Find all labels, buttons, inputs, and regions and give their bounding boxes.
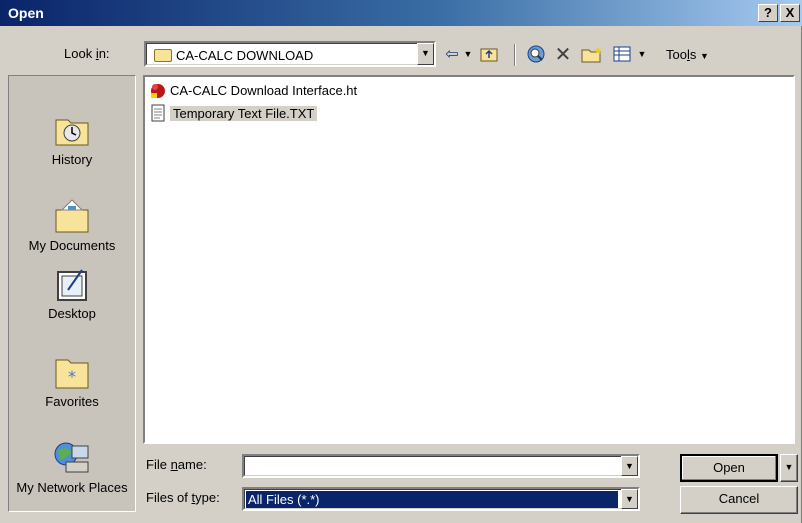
places-item-network[interactable]: My Network Places	[9, 440, 135, 496]
open-button[interactable]: Open	[680, 454, 778, 482]
places-item-label: Favorites	[45, 394, 99, 409]
file-name: Temporary Text File.TXT	[170, 105, 318, 121]
places-item-label: My Documents	[28, 238, 116, 253]
cancel-button[interactable]: Cancel	[680, 486, 798, 514]
places-item-favorites[interactable]: * Favorites	[9, 354, 135, 410]
back-dropdown-icon[interactable]: ▼	[462, 42, 474, 66]
history-icon	[52, 112, 92, 148]
open-dialog: Open ? X Look in: CA-CALC DOWNLOAD ▼ ⇦ ▼…	[0, 0, 802, 523]
file-name: CA-CALC Download Interface.ht	[170, 82, 358, 98]
tools-menu[interactable]: Tools ▼	[666, 47, 709, 62]
file-type-select[interactable]: All Files (*.*) ▼	[242, 487, 640, 511]
chevron-down-icon[interactable]: ▼	[621, 456, 638, 476]
places-bar: History My Documents Desktop * Favorites…	[8, 75, 136, 512]
places-item-label: My Network Places	[16, 480, 128, 495]
network-places-icon	[52, 440, 92, 476]
title-bar[interactable]: Open ? X	[0, 0, 802, 26]
places-item-label: Desktop	[48, 306, 96, 321]
list-item[interactable]: CA-CALC Download Interface.ht	[149, 80, 357, 100]
places-item-history[interactable]: History	[9, 112, 135, 168]
folder-icon	[154, 49, 172, 62]
favorites-icon: *	[52, 354, 92, 390]
new-folder-icon[interactable]	[580, 42, 604, 66]
my-documents-icon	[52, 198, 92, 234]
svg-text:*: *	[68, 367, 76, 386]
help-button[interactable]: ?	[758, 4, 778, 22]
file-type-label: Files of type:	[146, 490, 220, 505]
text-file-icon	[149, 104, 167, 122]
look-in-combo[interactable]: CA-CALC DOWNLOAD ▼	[144, 41, 436, 67]
places-item-desktop[interactable]: Desktop	[9, 266, 135, 322]
places-item-my-documents[interactable]: My Documents	[9, 198, 135, 254]
close-button[interactable]: X	[780, 4, 800, 22]
views-icon[interactable]	[610, 42, 634, 66]
window-title: Open	[8, 5, 44, 21]
chevron-down-icon[interactable]: ▼	[417, 43, 434, 65]
list-item[interactable]: Temporary Text File.TXT	[149, 103, 318, 123]
search-web-icon[interactable]	[524, 42, 548, 66]
views-dropdown-icon[interactable]: ▼	[636, 42, 648, 66]
look-in-value: CA-CALC DOWNLOAD	[176, 48, 314, 63]
file-type-value: All Files (*.*)	[246, 491, 618, 508]
file-name-field[interactable]: ▼	[242, 454, 640, 478]
file-list[interactable]: CA-CALC Download Interface.ht Temporary …	[143, 75, 795, 444]
html-file-icon	[149, 81, 167, 99]
chevron-down-icon[interactable]: ▼	[621, 489, 638, 509]
desktop-icon	[52, 266, 92, 302]
delete-icon[interactable]: ✕	[552, 42, 574, 66]
back-icon[interactable]: ⇦	[442, 42, 462, 66]
look-in-label: Look in:	[64, 46, 110, 61]
up-folder-icon[interactable]	[478, 42, 500, 66]
places-item-label: History	[51, 152, 93, 167]
file-name-label: File name:	[146, 457, 207, 472]
open-dropdown-button[interactable]: ▼	[780, 454, 798, 482]
